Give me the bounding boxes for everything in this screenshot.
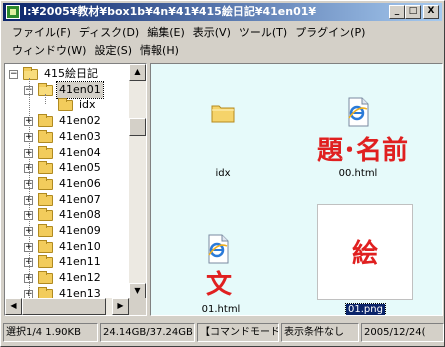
status-mode: 【コマンドモード】 — [197, 323, 279, 342]
tree-item[interactable]: +41en11 — [5, 254, 129, 270]
tree-item[interactable]: +41en06 — [5, 176, 129, 192]
menu-disk[interactable]: ディスク(D) — [75, 24, 143, 40]
tree-item[interactable]: +41en12 — [5, 270, 129, 286]
tree-item-label: 41en01 — [56, 80, 104, 99]
folder-icon — [38, 114, 53, 128]
file-item-idx[interactable] — [209, 100, 237, 128]
tree-item-label: 41en08 — [59, 208, 101, 222]
image-thumbnail[interactable]: 絵 — [317, 204, 413, 300]
folder-tree-pane[interactable]: −415絵日記 −41en01 idx +41en02 +41en03 +41en04 +4… — [4, 63, 147, 316]
tree-item[interactable]: +41en10 — [5, 239, 129, 255]
maximize-button[interactable]: □ — [405, 5, 421, 19]
status-disk: 24.14GB/37.24GB — [100, 323, 195, 342]
folder-icon — [38, 239, 53, 253]
tree-item-label: idx — [79, 98, 96, 112]
menu-file[interactable]: ファイル(F) — [8, 24, 75, 40]
tree-item-label: 41en12 — [59, 271, 101, 285]
status-selection: 選択1/4 1.90KB — [3, 323, 98, 342]
tree-item[interactable]: +41en08 — [5, 207, 129, 223]
overlay-text: 文 — [206, 270, 233, 300]
folder-icon — [38, 176, 53, 190]
folder-icon — [38, 208, 53, 222]
status-filter: 表示条件なし — [281, 323, 359, 342]
tree-item-label: 41en05 — [59, 161, 101, 175]
folder-icon — [38, 129, 53, 143]
file-name-00-html[interactable]: 00.html — [313, 168, 403, 179]
folder-open-icon — [23, 67, 38, 80]
folder-icon — [210, 105, 236, 127]
minimize-button[interactable]: _ — [389, 5, 405, 19]
menu-settings[interactable]: 設定(S) — [90, 42, 136, 58]
status-date: 2005/12/24( — [361, 323, 444, 342]
tree-horizontal-scrollbar[interactable]: ◀ ▶ — [5, 298, 129, 315]
app-window: I:¥2005¥教材¥box1b¥4n¥41¥415絵日記¥41en01¥ _ … — [0, 0, 445, 347]
tree-item[interactable]: +41en05 — [5, 160, 129, 176]
tree-item-label: 41en09 — [59, 224, 101, 237]
window-title: I:¥2005¥教材¥box1b¥4n¥41¥415絵日記¥41en01¥ — [23, 5, 317, 18]
collapse-icon[interactable]: − — [9, 70, 18, 79]
tree-item[interactable]: idx — [5, 97, 129, 113]
menu-tools[interactable]: ツール(T) — [235, 24, 291, 40]
tree-vertical-scrollbar[interactable]: ▲ ▼ — [129, 64, 146, 300]
folder-icon — [38, 161, 53, 175]
scroll-left-button[interactable]: ◀ — [5, 298, 22, 315]
menu-info[interactable]: 情報(H) — [136, 42, 183, 58]
tree-item[interactable]: +41en09 — [5, 223, 129, 239]
scroll-corner — [129, 298, 146, 315]
file-name-idx[interactable]: idx — [178, 168, 268, 179]
tree-item[interactable]: − 415絵日記 — [5, 66, 129, 82]
tree-item-label: 41en03 — [59, 129, 101, 143]
tree-connector — [29, 78, 30, 300]
folder-icon — [38, 192, 53, 206]
ie-document-icon — [346, 97, 370, 130]
tree-item[interactable]: +41en04 — [5, 145, 129, 161]
tree-item-label: 415絵日記 — [44, 67, 98, 80]
hscroll-thumb[interactable] — [22, 298, 106, 315]
file-name-01-html[interactable]: 01.html — [176, 304, 266, 315]
file-list-pane[interactable]: idx 題･名前 00.html 文 01.html 絵 01.png — [150, 63, 443, 316]
tree-item[interactable]: +41en02 — [5, 113, 129, 129]
folder-tree: −415絵日記 −41en01 idx +41en02 +41en03 +41en04 +4… — [5, 64, 129, 300]
tree-item[interactable]: −41en01 — [5, 80, 129, 99]
tree-item-label: 41en07 — [59, 192, 101, 206]
folder-icon — [38, 271, 53, 285]
tree-item-label: 41en02 — [59, 114, 101, 128]
file-item-01-html[interactable] — [204, 234, 232, 264]
folder-icon — [58, 98, 73, 112]
overlay-picture: 絵 — [352, 239, 379, 269]
menu-window[interactable]: ウィンドウ(W) — [8, 42, 90, 58]
tree-item-label: 41en04 — [59, 145, 101, 159]
menu-bar: ファイル(F) ディスク(D) 編集(E) 表示(V) ツール(T) プラグイン… — [3, 23, 442, 59]
tree-item[interactable]: +41en03 — [5, 129, 129, 145]
menu-plugins[interactable]: プラグイン(P) — [291, 24, 369, 40]
file-name-01-png[interactable]: 01.png — [345, 303, 386, 315]
folder-icon — [38, 224, 53, 237]
title-bar[interactable]: I:¥2005¥教材¥box1b¥4n¥41¥415絵日記¥41en01¥ _ … — [3, 3, 442, 21]
tree-item[interactable]: +41en07 — [5, 192, 129, 208]
scroll-up-button[interactable]: ▲ — [129, 64, 146, 81]
menu-view[interactable]: 表示(V) — [189, 24, 235, 40]
scroll-right-button[interactable]: ▶ — [112, 298, 129, 315]
menu-row-2: ウィンドウ(W) 設定(S) 情報(H) — [3, 41, 442, 59]
folder-icon — [38, 255, 53, 269]
status-bar: 選択1/4 1.90KB 24.14GB/37.24GB 【コマンドモード】 表… — [3, 323, 444, 344]
app-icon — [6, 5, 20, 19]
scroll-thumb[interactable] — [129, 118, 146, 136]
tree-item-label: 41en10 — [59, 239, 101, 253]
close-button[interactable]: X — [423, 5, 439, 19]
overlay-title-name: 題･名前 — [317, 136, 409, 166]
tree-connector — [45, 94, 46, 104]
tree-item-label: 41en06 — [59, 176, 101, 190]
tree-item-label: 41en11 — [59, 255, 101, 269]
file-item-00-html[interactable] — [344, 97, 372, 127]
menu-row-1: ファイル(F) ディスク(D) 編集(E) 表示(V) ツール(T) プラグイン… — [3, 23, 442, 41]
folder-icon — [38, 145, 53, 159]
menu-edit[interactable]: 編集(E) — [143, 24, 189, 40]
